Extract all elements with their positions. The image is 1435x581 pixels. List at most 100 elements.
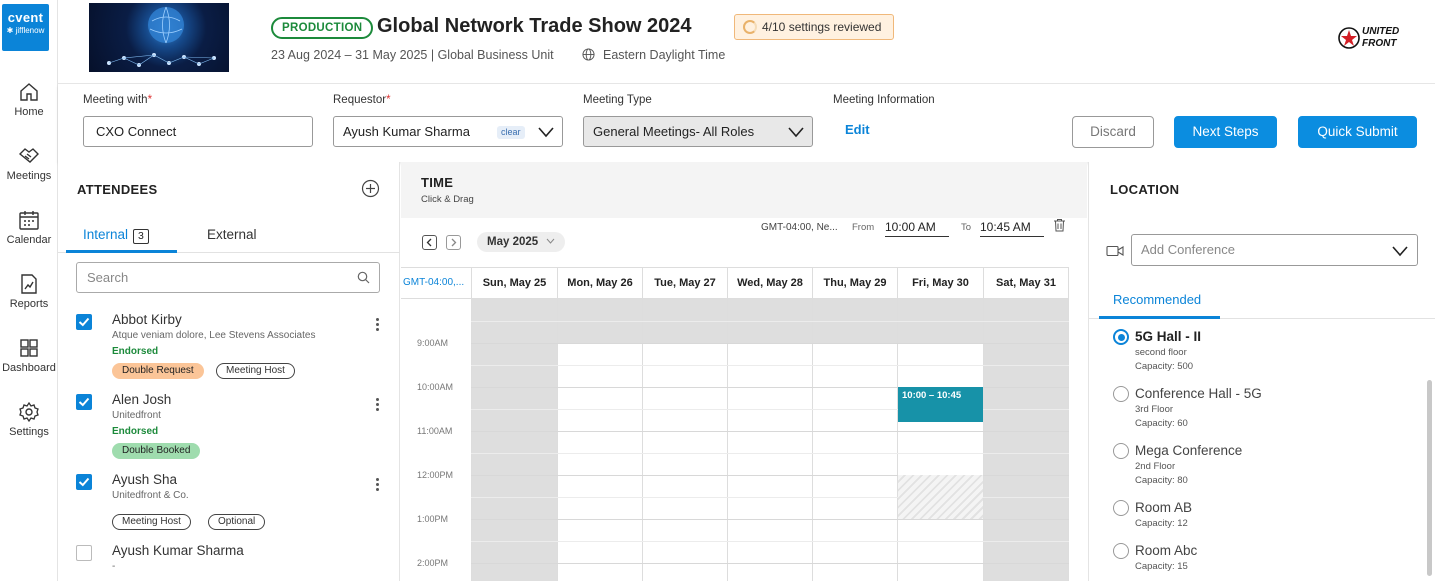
calendar-icon [19,211,39,230]
internal-count-badge: 3 [133,229,149,244]
attendee-name: Ayush Kumar Sharma [112,543,244,558]
attendee-row[interactable]: Ayush Sha Unitedfront & Co. Meeting Host… [58,472,400,544]
chevron-down-icon [546,238,555,244]
month-selector[interactable]: May 2025 [477,232,566,252]
room-option[interactable]: Room Abc Capacity: 15 [1089,542,1435,578]
attendee-row[interactable]: Ayush Kumar Sharma - [58,543,400,581]
room-option[interactable]: Room AB Capacity: 12 [1089,499,1435,535]
meeting-with-input[interactable]: CXO Connect [83,116,313,147]
day-header-wed: Wed, May 28 [727,267,812,299]
room-capacity: Capacity: 500 [1135,361,1194,372]
tab-external[interactable]: External [207,227,257,242]
to-time-input[interactable]: 10:45 AM [980,218,1044,237]
more-options-icon[interactable] [376,318,380,333]
video-camera-icon [1106,245,1124,257]
hour-label: 11:00AM [417,426,453,436]
quick-submit-button[interactable]: Quick Submit [1298,116,1417,148]
search-icon[interactable] [357,271,370,284]
edit-meeting-information-link[interactable]: Edit [845,122,870,137]
attendee-checkbox[interactable] [76,314,92,330]
nav-calendar[interactable]: Calendar [0,209,58,246]
dashboard-icon [20,339,38,357]
time-header: TIME Click & Drag [401,162,1087,218]
attendee-name: Alen Josh [112,392,172,407]
next-week-button[interactable] [446,235,461,250]
search-placeholder: Search [87,270,129,285]
day-column-thu[interactable] [812,299,898,581]
settings-reviewed-pill[interactable]: 4/10 settings reviewed [734,14,895,40]
chevron-left-icon [426,238,432,247]
requestor-clear-button[interactable]: clear [497,126,525,139]
nav-home[interactable]: Home [0,81,58,118]
tab-internal[interactable]: Internal 3 [83,227,149,244]
cvent-logo[interactable]: cvent ✱ jifflenow [2,4,49,51]
room-radio[interactable] [1113,500,1129,516]
nav-reports-label: Reports [9,298,49,310]
meeting-type-select[interactable]: General Meetings- All Roles [583,116,813,147]
attendee-checkbox[interactable] [76,474,92,490]
attendee-status: Endorsed [112,346,159,357]
chevron-down-icon [1392,246,1408,257]
required-mark: * [386,94,391,106]
room-capacity: Capacity: 12 [1135,518,1188,529]
room-capacity: Capacity: 15 [1135,561,1188,572]
room-radio[interactable] [1113,543,1129,559]
selected-time-block[interactable]: 10:00 – 10:45 [898,387,983,422]
room-radio[interactable] [1113,443,1129,459]
attendee-row[interactable]: Abbot Kirby Atque veniam dolore, Lee Ste… [58,312,400,392]
nav-reports[interactable]: Reports [0,273,58,310]
room-option[interactable]: Conference Hall - 5G 3rd Floor Capacity:… [1089,385,1435,435]
attendee-checkbox[interactable] [76,545,92,561]
nav-settings[interactable]: Settings [0,401,58,438]
attendee-row[interactable]: Alen Josh Unitedfront Endorsed Double Bo… [58,392,400,472]
gear-icon [19,401,39,423]
from-time-input[interactable]: 10:00 AM [885,218,949,237]
day-header-sat: Sat, May 31 [983,267,1069,299]
add-conference-select[interactable]: Add Conference [1131,234,1418,266]
day-header-thu: Thu, May 29 [812,267,897,299]
united-front-logo: UNITED FRONT [1338,26,1399,50]
nav-meetings-label: Meetings [6,170,52,182]
more-options-icon[interactable] [376,398,380,413]
trash-icon[interactable] [1053,218,1066,232]
room-name: Mega Conference [1135,443,1243,458]
attendee-org: Unitedfront & Co. [112,490,189,501]
next-steps-button[interactable]: Next Steps [1174,116,1277,148]
calendar-timezone[interactable]: GMT-04:00, Ne... [761,222,838,233]
location-panel: LOCATION Add Conference Recommended 5G H… [1088,162,1435,581]
prev-week-button[interactable] [422,235,437,250]
active-tab-underline [66,250,177,253]
nav-settings-label: Settings [9,426,49,438]
nav-dashboard[interactable]: Dashboard [0,337,58,374]
day-column-fri[interactable] [897,299,984,581]
room-radio[interactable] [1113,386,1129,402]
meeting-with-label: Meeting with* [83,94,152,106]
left-sidebar: cvent ✱ jifflenow Home Meetings Calendar… [0,0,58,581]
discard-button[interactable]: Discard [1072,116,1154,148]
room-option[interactable]: Mega Conference 2nd Floor Capacity: 80 [1089,442,1435,492]
event-timezone: Eastern Daylight Time [582,48,725,62]
room-radio[interactable] [1113,329,1129,345]
week-calendar[interactable]: GMT-04:00,... Sun, May 25 Mon, May 26 Tu… [401,267,1087,581]
tab-recommended[interactable]: Recommended [1113,292,1201,307]
chevron-down-icon[interactable] [537,126,555,138]
requestor-select[interactable]: Ayush Kumar Sharma clear [333,116,563,147]
attendee-status: Endorsed [112,426,159,437]
add-conference-placeholder: Add Conference [1141,242,1235,257]
day-column-wed[interactable] [727,299,813,581]
requestor-label-text: Requestor [333,94,387,106]
meeting-form-bar: Meeting with* CXO Connect Requestor* Ayu… [58,84,1435,162]
add-attendee-icon[interactable] [361,179,380,198]
day-column-tue[interactable] [642,299,728,581]
room-option[interactable]: 5G Hall - II second floor Capacity: 500 [1089,328,1435,378]
chevron-down-icon[interactable] [787,126,805,138]
attendee-search-input[interactable]: Search [76,262,380,293]
room-name: Room Abc [1135,543,1198,558]
settings-reviewed-text: 4/10 settings reviewed [762,20,882,34]
location-scrollbar[interactable] [1427,380,1432,576]
attendee-checkbox[interactable] [76,394,92,410]
nav-meetings[interactable]: Meetings [0,145,58,182]
more-options-icon[interactable] [376,478,380,493]
globe-icon [582,48,595,61]
day-column-mon[interactable] [557,299,643,581]
